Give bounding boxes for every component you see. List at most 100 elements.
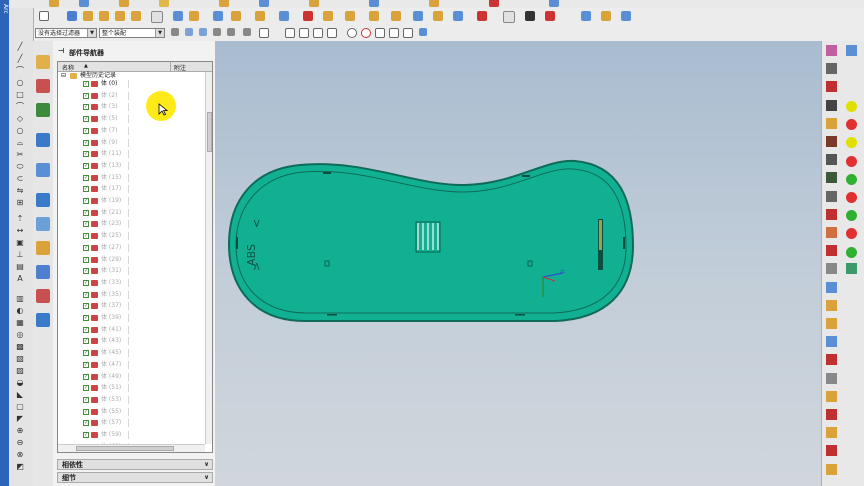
color-swatch-icon[interactable] (846, 228, 857, 240)
color-swatch-icon[interactable] (846, 101, 857, 112)
visibility-checkbox[interactable]: ✓ (83, 315, 89, 321)
tree-row-body[interactable]: ✓ 体 (53) (58, 395, 204, 404)
tree-row-body[interactable]: ✓ 体 (29) (58, 255, 204, 264)
render-icon[interactable] (621, 11, 631, 21)
render-style-icon[interactable] (826, 208, 837, 220)
render-icon[interactable] (369, 11, 379, 21)
tree-row-body[interactable]: ✓ 体 (25) (58, 232, 204, 241)
render-icon[interactable] (303, 11, 313, 21)
tree-row-body[interactable]: ✓ 体 (11) (58, 150, 204, 159)
tree-row-body[interactable]: ✓ 体 (51) (58, 384, 204, 393)
toolbar-icon[interactable] (119, 0, 129, 7)
visibility-checkbox[interactable]: ✓ (83, 151, 89, 158)
snap-icon[interactable] (227, 28, 235, 36)
render-icon[interactable] (545, 11, 555, 21)
visibility-checkbox[interactable]: ✓ (83, 373, 89, 380)
tree-row-body[interactable]: ✓ 体 (41) (58, 325, 204, 334)
visibility-checkbox[interactable]: ✓ (83, 432, 89, 438)
visibility-checkbox[interactable]: ✓ (83, 326, 89, 333)
render-style-icon[interactable] (826, 81, 837, 93)
trim-body-tool-icon[interactable]: ◩ (15, 462, 25, 471)
revolve-tool-icon[interactable]: ◐ (15, 306, 25, 315)
part-navigator-icon[interactable] (36, 55, 50, 69)
color-swatch-icon[interactable] (846, 192, 857, 203)
render-icon[interactable] (503, 11, 515, 23)
text-tool-icon[interactable]: A (15, 274, 25, 283)
tree-row-body[interactable]: ✓ 体 (27) (58, 243, 204, 252)
offset-tool-icon[interactable]: ⊂ (15, 174, 25, 183)
visibility-checkbox[interactable]: ✓ (83, 221, 89, 228)
render-style-icon[interactable] (826, 354, 837, 366)
render-icon[interactable] (525, 11, 535, 21)
tree-row-body[interactable]: ✓ 体 (19) (58, 197, 204, 205)
visibility-checkbox[interactable]: ✓ (83, 256, 89, 263)
internet-explorer-icon[interactable] (36, 133, 50, 147)
color-swatch-icon[interactable] (846, 137, 857, 149)
visibility-checkbox[interactable]: ✓ (83, 81, 89, 87)
trim-tool-icon[interactable]: ✂ (15, 150, 25, 159)
visibility-checkbox[interactable]: ✓ (83, 361, 89, 368)
visibility-checkbox[interactable]: ✓ (83, 420, 89, 427)
render-style-icon[interactable] (826, 463, 837, 475)
sweep-tool-icon[interactable]: ▦ (15, 318, 25, 327)
column-note[interactable]: 附注 (174, 63, 186, 72)
render-style-icon[interactable] (826, 245, 837, 257)
assembly-navigator-icon[interactable] (36, 79, 50, 93)
tree-row-body[interactable]: ✓ 体 (35) (58, 290, 204, 299)
fillet-tool-icon[interactable]: ⌓ (15, 138, 25, 147)
arc-tool-icon[interactable]: ⌒ (15, 66, 25, 75)
tree-row-body[interactable]: ✓ 体 (9) (58, 138, 204, 147)
mirror-tool-icon[interactable]: ⇋ (15, 186, 25, 195)
tree-row-body[interactable]: ✓ 体 (7) (58, 126, 204, 135)
constraint-navigator-icon[interactable] (36, 103, 50, 117)
toolbar-icon[interactable] (79, 0, 89, 7)
render-icon[interactable] (453, 11, 463, 21)
render-style-icon[interactable] (826, 445, 837, 457)
polygon-tool-icon[interactable]: ◇ (15, 114, 25, 123)
render-icon[interactable] (213, 11, 223, 21)
render-style-icon[interactable] (826, 299, 837, 311)
tree-row-body[interactable]: ✓ 体 (0) (58, 80, 204, 88)
column-name[interactable]: 名称 (62, 63, 74, 72)
render-style-icon[interactable] (826, 281, 837, 293)
shell-tool-icon[interactable]: ▢ (15, 402, 25, 411)
color-swatch-icon[interactable] (846, 246, 857, 258)
render-style-icon[interactable] (826, 372, 837, 384)
section-details[interactable]: 细节 ∨ (57, 472, 213, 483)
visibility-checkbox[interactable]: ✓ (83, 92, 89, 99)
render-style-icon[interactable] (826, 390, 837, 402)
tree-row-body[interactable]: ✓ 体 (2) (58, 91, 204, 100)
render-icon[interactable] (345, 11, 355, 21)
color-swatch-icon[interactable] (846, 173, 857, 185)
vertical-scrollbar[interactable] (205, 72, 212, 444)
visibility-checkbox[interactable]: ✓ (83, 279, 89, 286)
tree-row-body[interactable]: ✓ 体 (23) (58, 220, 204, 229)
tree-row-body[interactable]: ✓ 体 (57) (58, 419, 204, 428)
render-icon[interactable] (279, 11, 289, 21)
visibility-checkbox[interactable]: ✓ (83, 291, 89, 298)
view-icon[interactable] (67, 11, 77, 21)
clock-icon[interactable] (36, 193, 50, 207)
tree-row-body[interactable]: ✓ 体 (17) (58, 185, 204, 194)
ellipse-tool-icon[interactable]: ⬭ (15, 162, 25, 171)
toolbar-icon[interactable] (846, 263, 857, 274)
toolbar-icon[interactable] (549, 0, 559, 7)
subtract-tool-icon[interactable]: ⊖ (15, 438, 25, 447)
scroll-thumb[interactable] (76, 446, 174, 451)
tree-root-model-history[interactable]: ⊟ 模型历史记录 (58, 72, 204, 80)
chamfer-tool-icon[interactable]: ◣ (15, 390, 25, 399)
section-dependencies[interactable]: 相依性 ∨ (57, 459, 213, 470)
snap-center-icon[interactable] (347, 28, 357, 38)
tree-row-body[interactable]: ✓ 体 (43) (58, 337, 204, 346)
graphics-viewport[interactable]: ABS > < zc (215, 41, 821, 486)
visibility-checkbox[interactable]: ✓ (83, 408, 89, 415)
snap-icon[interactable] (243, 28, 251, 36)
toolbar-icon[interactable] (159, 0, 169, 7)
render-icon[interactable] (601, 11, 611, 21)
hole-tool-icon[interactable]: ◎ (15, 330, 25, 339)
toolbar-icon[interactable] (219, 0, 229, 7)
render-icon[interactable] (323, 11, 333, 21)
toolbar-icon[interactable] (429, 0, 439, 7)
render-icon[interactable] (581, 11, 591, 21)
visibility-checkbox[interactable]: ✓ (83, 233, 89, 240)
